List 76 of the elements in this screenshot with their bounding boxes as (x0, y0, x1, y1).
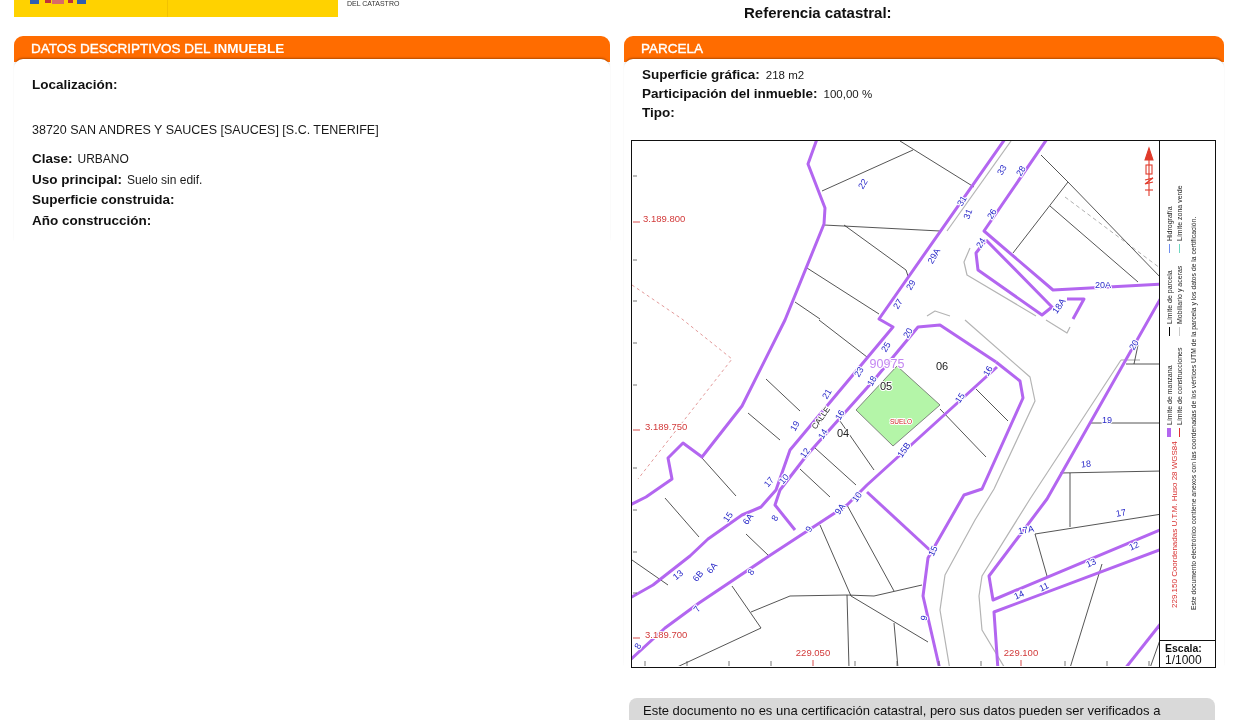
street-number-label: 23 (852, 365, 866, 379)
notice-text: Este documento no es una certificación catastral, pero sus datos pueden ser verificados a (643, 703, 1161, 719)
street-number-label: 9A (832, 501, 848, 517)
street-number-label: 19 (1102, 415, 1112, 425)
field-label: Año construcción: (32, 212, 152, 228)
parcel-number-label: 04 (836, 427, 850, 439)
street-number-label: 19 (788, 419, 802, 433)
street-number-label: 12 (798, 446, 812, 460)
panel-header: PARCELA (624, 36, 1224, 62)
street-number-label: 16 (833, 408, 847, 422)
street-number-label: 6B (690, 568, 706, 584)
street-number-label: 18A (1050, 296, 1068, 316)
field-label: Tipo: (642, 105, 675, 120)
street-number-label: 25 (879, 340, 893, 354)
street-number-label: 29A (925, 246, 943, 266)
field-value: 100,00 % (823, 88, 873, 100)
field-label: Participación del inmueble: (642, 86, 818, 101)
street-number-label: 16 (981, 364, 995, 378)
field-value: Suelo sin edif. (127, 172, 203, 187)
street-number-label: 27 (891, 297, 905, 311)
street-number-label: 20 (1127, 338, 1141, 352)
street-number-label: 20 (901, 326, 915, 340)
street-number-label: 11 (1037, 580, 1051, 594)
street-number-label: 10 (850, 490, 864, 504)
street-number-label: 31 (955, 194, 969, 208)
street-number-label: 14 (1012, 588, 1026, 602)
coat-of-arms-icon (30, 0, 86, 4)
street-number-label: 8 (769, 513, 781, 523)
street-number-label: 22 (856, 177, 870, 191)
street-number-label: 18 (865, 374, 879, 388)
coordinate-label: 229.100 (1003, 646, 1039, 658)
street-number-label: 7 (691, 604, 703, 614)
coordinate-label: 3.189.800 (643, 212, 686, 224)
street-number-label: 15 (721, 510, 735, 524)
address-text: 38720 SAN ANDRES Y SAUCES [SAUCES] [S.C. TENERIFE] (32, 123, 379, 137)
street-number-label: 6A (704, 560, 720, 576)
street-number-label: 33 (995, 163, 1009, 177)
street-number-label: 9 (918, 614, 930, 622)
field-label: Superficie construida: (32, 192, 175, 207)
street-number-label: 15 (926, 544, 940, 558)
coordinate-label: 3.189.750 (645, 420, 688, 432)
street-number-label: 24 (974, 236, 988, 250)
street-number-label: 18 (1080, 458, 1092, 470)
street-number-label: 29 (904, 278, 918, 292)
parcel-number-label: 05 (879, 380, 893, 392)
field-value: 218 m2 (765, 69, 805, 81)
scale-value: 1/1000 (1165, 654, 1203, 666)
scale-label: Escala: (1165, 642, 1203, 654)
north-arrow-icon (1144, 146, 1154, 197)
coordinate-system-note: 229.150 Coordenadas U.T.M. Huso 28 WGS84 (1169, 441, 1180, 608)
field-label: Clase: (32, 151, 73, 166)
street-number-label: 21 (820, 387, 834, 401)
street-number-label: 8 (632, 641, 644, 651)
street-number-label: 15 (953, 391, 967, 405)
street-number-label: 12 (1127, 539, 1141, 553)
street-number-label: 31 (961, 207, 975, 221)
street-number-label: 6A (740, 511, 756, 527)
street-number-label: 17 (1115, 507, 1127, 519)
street-number-label: 28 (1014, 164, 1028, 178)
street-number-label: 17A (1017, 523, 1035, 537)
field-label: Uso principal: (32, 171, 122, 187)
coordinate-label: 229.050 (795, 646, 831, 658)
field-label: Superficie gráfica: (642, 67, 760, 82)
street-number-label: 14 (816, 427, 830, 441)
reference-label: Referencia catastral: (744, 3, 892, 22)
street-number-label: 26 (985, 207, 999, 221)
street-number-label: 17 (761, 474, 777, 490)
street-number-label: 10 (776, 471, 792, 487)
parcel-number-label: 06 (935, 360, 949, 372)
street-number-label: 8 (745, 567, 757, 577)
panel-header: DATOS DESCRIPTIVOS DEL INMUEBLE (14, 36, 610, 62)
field-value: URBANO (77, 152, 129, 166)
street-number-label: 9 (803, 524, 815, 534)
street-number-label: 13 (670, 567, 686, 583)
street-number-label: 13 (1084, 556, 1098, 570)
field-label: Localización: (32, 77, 118, 92)
